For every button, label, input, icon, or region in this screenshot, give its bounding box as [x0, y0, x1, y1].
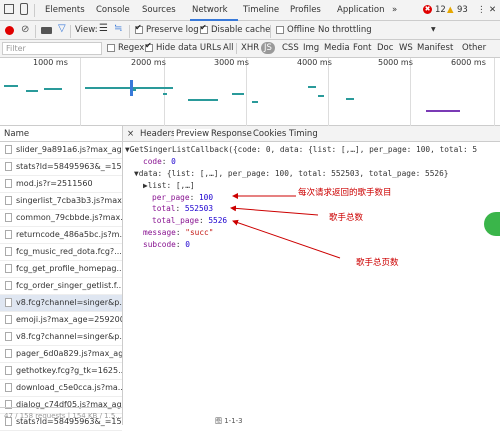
total-page-arrow: [232, 219, 341, 259]
total-arrow: [230, 205, 319, 216]
total-annotation: 歌手总数: [329, 213, 364, 223]
annotation-arrows: [230, 193, 341, 259]
per-page-annotation: 每次请求返回的歌手数目: [298, 188, 392, 198]
total-page-annotation: 歌手总页数: [356, 258, 399, 268]
